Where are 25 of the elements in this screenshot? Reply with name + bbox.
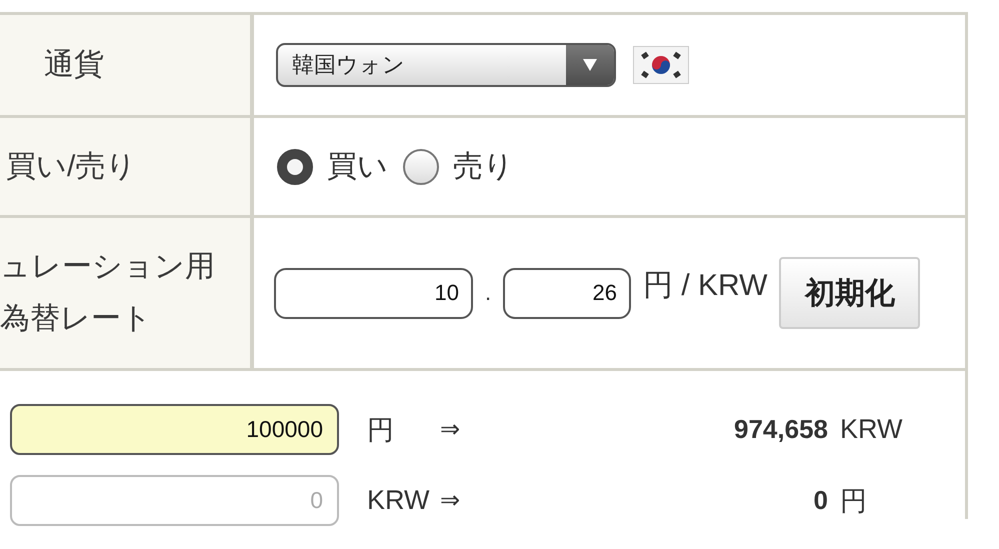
rate-integer-field[interactable]: 10 bbox=[274, 268, 473, 318]
result-value: 974,658 bbox=[734, 414, 828, 444]
unit-label: 円 bbox=[367, 414, 394, 444]
radio-button[interactable] bbox=[403, 148, 439, 184]
reset-button[interactable]: 初期化 bbox=[779, 257, 920, 329]
flag-icon bbox=[633, 46, 689, 84]
caret-icon bbox=[582, 58, 598, 72]
result-value: 0 bbox=[814, 485, 828, 515]
result-unit: KRW bbox=[840, 414, 903, 444]
decimal-point: . bbox=[484, 280, 492, 306]
arrow-symbol: ⇒ bbox=[440, 416, 460, 443]
rate-unit: 円 / KRW bbox=[643, 268, 768, 304]
currency-dropdown[interactable]: 韓国ウォン bbox=[276, 43, 616, 87]
field-label: 買い/売り bbox=[5, 148, 136, 184]
field-label: ュレーション用為替レート bbox=[0, 249, 216, 337]
rate-decimal-field[interactable]: 26 bbox=[503, 268, 631, 318]
amount-field[interactable]: 0 bbox=[10, 475, 339, 526]
arrow-symbol: ⇒ bbox=[440, 487, 460, 514]
result-unit: 円 bbox=[840, 486, 867, 516]
radio-label[interactable]: 売り bbox=[453, 146, 514, 187]
radio-button[interactable] bbox=[277, 148, 313, 184]
field-label: 通貨 bbox=[43, 47, 104, 83]
radio-label[interactable]: 買い bbox=[327, 146, 388, 187]
unit-label: KRW bbox=[367, 485, 430, 515]
amount-field[interactable]: 100000 bbox=[10, 404, 339, 455]
